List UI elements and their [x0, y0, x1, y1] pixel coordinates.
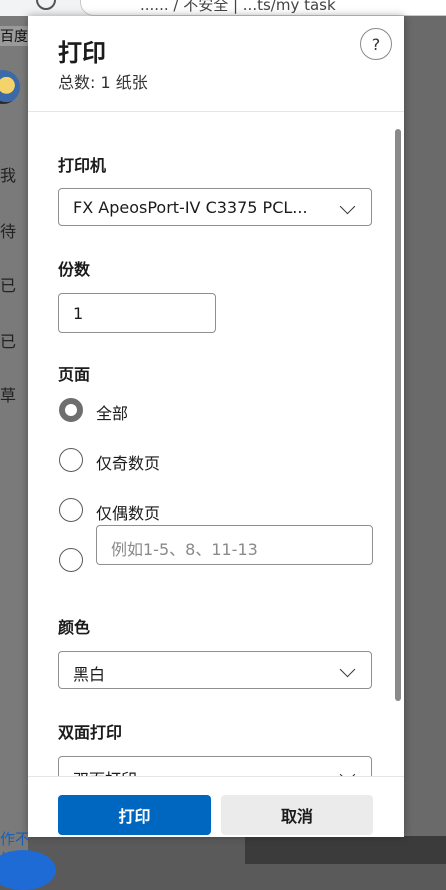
radio-checked-icon[interactable]	[59, 398, 83, 422]
radio-label: 全部	[96, 404, 129, 423]
chevron-down-icon	[339, 766, 356, 776]
printer-select[interactable]: FX ApeosPort-IV C3375 PCL...	[58, 188, 372, 226]
background-link: 作不	[0, 830, 28, 848]
address-bar-text: ...... / 不安全 | ...ts/my task	[140, 0, 336, 14]
background-menu-item: 草	[0, 386, 17, 405]
background-bottom-panel	[245, 836, 446, 864]
background-menu-item: 待	[0, 222, 17, 241]
background-page-right	[404, 16, 446, 864]
pages-label: 页面	[58, 365, 91, 384]
copies-input[interactable]: 1	[58, 293, 216, 333]
page-range-placeholder: 例如1-5、8、11-13	[111, 540, 258, 559]
radio-unchecked-icon[interactable]	[59, 498, 83, 522]
background-menu-item: 我	[0, 166, 17, 185]
background-bookmark-baidu[interactable]: 百度	[0, 26, 28, 46]
radio-label: 仅奇数页	[96, 454, 161, 473]
radio-unchecked-icon[interactable]	[59, 548, 83, 572]
dialog-footer: 打印 取消	[28, 776, 404, 837]
color-select-value: 黑白	[73, 665, 106, 684]
printer-select-value: FX ApeosPort-IV C3375 PCL...	[73, 198, 308, 217]
color-select[interactable]: 黑白	[58, 651, 372, 689]
background-menu-item: 已	[0, 332, 17, 351]
print-dialog: 打印 总数: 1 纸张 ? 打印机 FX ApeosPort-IV C3375 …	[28, 16, 404, 837]
chevron-down-icon	[339, 198, 356, 215]
settings-scroll-area[interactable]: 打印机 FX ApeosPort-IV C3375 PCL... 份数 1 页面…	[28, 112, 404, 776]
page-range-input[interactable]: 例如1-5、8、11-13	[96, 525, 373, 565]
copies-input-value: 1	[73, 304, 84, 323]
duplex-select[interactable]: 双面打印	[58, 756, 372, 776]
help-icon: ?	[371, 34, 381, 54]
print-button[interactable]: 打印	[58, 795, 211, 835]
dialog-header: 打印 总数: 1 纸张 ?	[28, 16, 404, 112]
chevron-down-icon	[339, 661, 356, 678]
dialog-title: 打印	[58, 39, 106, 67]
background-page-left	[0, 16, 28, 864]
background-floating-button	[0, 850, 56, 890]
duplex-label: 双面打印	[58, 723, 123, 742]
duplex-select-value: 双面打印	[73, 766, 137, 776]
scrollbar-thumb[interactable]	[395, 129, 401, 701]
sheet-count: 总数: 1 纸张	[58, 73, 148, 92]
copies-label: 份数	[58, 260, 91, 279]
background-menu-item: 已	[0, 276, 17, 295]
printer-label: 打印机	[58, 156, 107, 175]
radio-label: 仅偶数页	[96, 504, 161, 523]
radio-unchecked-icon[interactable]	[59, 448, 83, 472]
cancel-button[interactable]: 取消	[221, 795, 373, 835]
help-button[interactable]: ?	[360, 28, 392, 60]
color-label: 颜色	[58, 618, 91, 637]
